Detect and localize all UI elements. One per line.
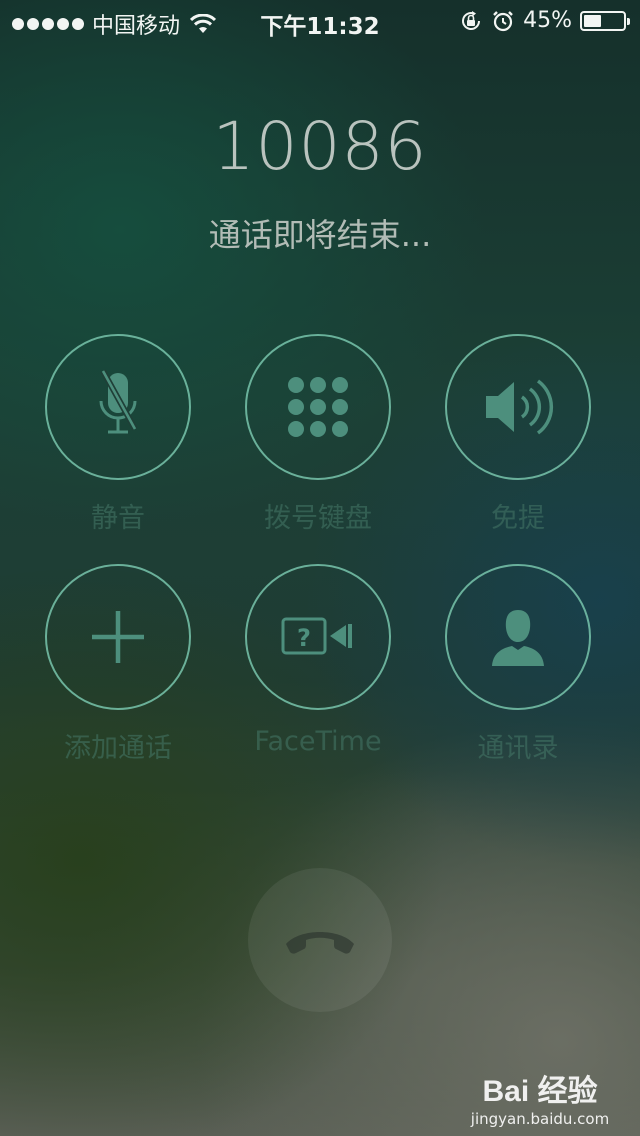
facetime-icon: ? — [281, 617, 352, 655]
watermark-logo: Bai 经验 — [482, 1075, 598, 1108]
svg-text:?: ? — [297, 624, 311, 652]
speaker-label: 免提 — [491, 503, 545, 534]
add-call-button[interactable] — [45, 564, 191, 710]
speaker-button[interactable] — [445, 334, 591, 480]
keypad-label: 拨号键盘 — [264, 503, 372, 534]
caller-number: 10086 — [212, 108, 428, 185]
baidu-watermark: Bai 经验 jingyan.baidu.com — [470, 1066, 610, 1128]
add-call-label: 添加通话 — [64, 733, 172, 764]
keypad-icon — [288, 377, 348, 437]
orientation-lock-icon — [462, 10, 481, 30]
plus-icon — [92, 611, 144, 663]
facetime-button[interactable]: ? — [245, 564, 391, 710]
facetime-label: FaceTime — [254, 726, 382, 757]
status-right: 45% — [459, 8, 630, 33]
speaker-icon — [486, 379, 554, 435]
alarm-icon — [493, 10, 513, 31]
battery-icon — [580, 10, 630, 31]
phone-hangup-icon — [286, 932, 354, 954]
mic-muted-icon — [99, 369, 138, 434]
contacts-button[interactable] — [445, 564, 591, 710]
contacts-label: 通讯录 — [477, 733, 559, 764]
mute-label: 静音 — [91, 503, 145, 534]
mute-button[interactable] — [45, 334, 191, 480]
watermark-url: jingyan.baidu.com — [470, 1110, 610, 1128]
keypad-button[interactable] — [245, 334, 391, 480]
end-call-button[interactable] — [248, 868, 392, 1012]
contact-icon — [492, 610, 544, 666]
call-status: 通话即将结束... — [208, 216, 432, 254]
battery-fill — [584, 14, 601, 27]
status-bar: 中国移动 下午11:32 45% — [0, 0, 640, 40]
battery-percent: 45% — [523, 8, 572, 33]
